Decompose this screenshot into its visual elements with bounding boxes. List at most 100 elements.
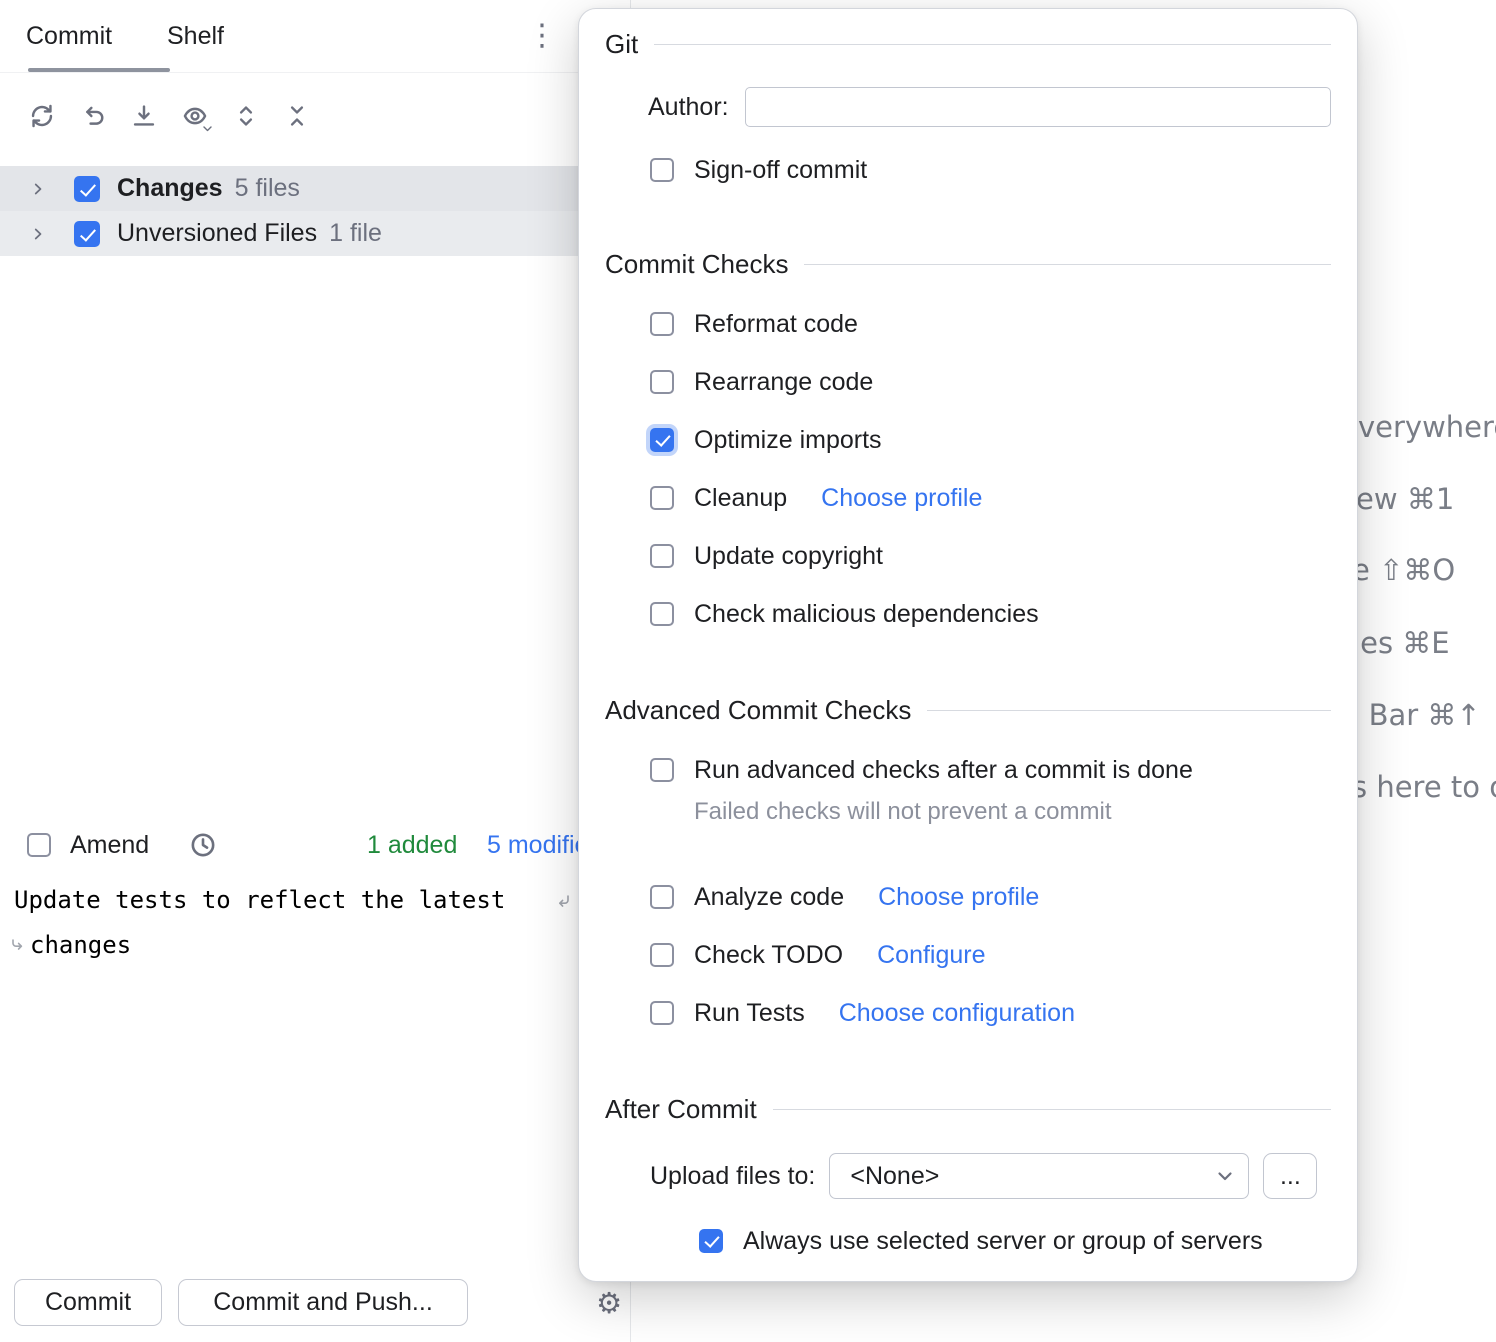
after-commit-title: After Commit: [605, 1092, 757, 1126]
hint-project-view: iew ⌘1: [1348, 482, 1454, 516]
rearrange-code-checkbox[interactable]: [650, 370, 674, 394]
run-advanced-checkbox[interactable]: [650, 758, 674, 782]
author-input[interactable]: [745, 87, 1331, 127]
analyze-code-label[interactable]: Analyze code: [694, 883, 844, 912]
run-tests-checkbox[interactable]: [650, 1001, 674, 1025]
hint-go-to-file: e ⇧⌘O: [1352, 553, 1455, 587]
tree-row-unversioned[interactable]: Unversioned Files 1 file: [0, 211, 630, 256]
section-divider: [773, 1109, 1331, 1110]
commit-checks-section-header: Commit Checks: [605, 247, 1331, 281]
cleanup-row: Cleanup Choose profile: [650, 483, 1331, 513]
update-copyright-row: Update copyright: [650, 541, 1331, 571]
kebab-menu-icon[interactable]: ⋮: [522, 8, 562, 64]
rearrange-code-row: Rearrange code: [650, 367, 1331, 397]
hint-search-everywhere: verywhere: [1358, 410, 1496, 444]
author-label: Author:: [648, 93, 729, 122]
section-divider: [654, 44, 1331, 45]
chevron-right-icon[interactable]: [28, 224, 48, 244]
amend-checkbox[interactable]: [27, 833, 51, 857]
amend-label[interactable]: Amend: [70, 822, 149, 868]
analyze-choose-profile-link[interactable]: Choose profile: [878, 883, 1039, 912]
hint-drop-files: s here to o: [1352, 770, 1496, 804]
section-divider: [804, 264, 1331, 265]
preview-diff-eye-icon[interactable]: [177, 98, 213, 134]
analyze-code-row: Analyze code Choose profile: [650, 882, 1331, 912]
analyze-code-checkbox[interactable]: [650, 885, 674, 909]
check-todo-label[interactable]: Check TODO: [694, 941, 843, 970]
changes-checkbox[interactable]: [74, 176, 100, 202]
run-advanced-hint: Failed checks will not prevent a commit: [694, 797, 1331, 827]
always-use-server-row: Always use selected server or group of s…: [699, 1226, 1331, 1256]
advanced-checks-title: Advanced Commit Checks: [605, 693, 911, 727]
refresh-icon[interactable]: [24, 98, 60, 134]
hint-recent-files: iles ⌘E: [1344, 626, 1450, 660]
run-tests-label[interactable]: Run Tests: [694, 999, 805, 1028]
chevron-right-icon[interactable]: [28, 179, 48, 199]
commit-and-push-button[interactable]: Commit and Push...: [178, 1279, 468, 1326]
cleanup-checkbox[interactable]: [650, 486, 674, 510]
commit-checks-title: Commit Checks: [605, 247, 788, 281]
changes-file-count: 5 files: [235, 174, 300, 203]
git-section-header: Git: [605, 27, 1331, 61]
check-todo-row: Check TODO Configure: [650, 940, 1331, 970]
check-malicious-row: Check malicious dependencies: [650, 599, 1331, 629]
todo-configure-link[interactable]: Configure: [877, 941, 985, 970]
rearrange-code-label[interactable]: Rearrange code: [694, 368, 873, 397]
changes-tree: Changes 5 files Unversioned Files 1 file: [0, 166, 630, 256]
signoff-checkbox[interactable]: [650, 158, 674, 182]
optimize-imports-checkbox[interactable]: [650, 428, 674, 452]
commit-message-line2: changes: [30, 931, 131, 959]
check-todo-checkbox[interactable]: [650, 943, 674, 967]
upload-server-select[interactable]: <None>: [829, 1153, 1249, 1199]
cleanup-label[interactable]: Cleanup: [694, 484, 787, 513]
commit-options-gear-icon[interactable]: ⚙: [592, 1286, 626, 1320]
unversioned-checkbox[interactable]: [74, 221, 100, 247]
upload-files-label: Upload files to:: [650, 1162, 815, 1191]
active-tab-underline: [28, 68, 170, 72]
after-commit-section-header: After Commit: [605, 1092, 1331, 1126]
commit-message-editor[interactable]: Update tests to reflect the latest chang…: [0, 878, 630, 1058]
commit-history-clock-icon[interactable]: [189, 831, 217, 859]
rollback-icon[interactable]: [75, 98, 111, 134]
git-section-title: Git: [605, 27, 638, 61]
optimize-imports-label[interactable]: Optimize imports: [694, 426, 882, 455]
upload-server-value: <None>: [850, 1162, 939, 1191]
always-use-server-checkbox[interactable]: [699, 1229, 723, 1253]
tab-commit[interactable]: Commit: [26, 0, 112, 72]
reformat-code-checkbox[interactable]: [650, 312, 674, 336]
advanced-checks-section-header: Advanced Commit Checks: [605, 693, 1331, 727]
optimize-imports-row: Optimize imports: [650, 425, 1331, 455]
signoff-row: Sign-off commit: [650, 155, 1331, 185]
update-copyright-label[interactable]: Update copyright: [694, 542, 883, 571]
unversioned-file-count: 1 file: [329, 219, 382, 248]
check-malicious-label[interactable]: Check malicious dependencies: [694, 600, 1039, 629]
amend-row: Amend 1 added 5 modified: [0, 822, 630, 868]
expand-all-icon[interactable]: [228, 98, 264, 134]
commit-tool-window: Commit Shelf ⋮: [0, 0, 631, 1342]
always-use-server-label[interactable]: Always use selected server or group of s…: [743, 1227, 1263, 1256]
tab-shelf[interactable]: Shelf: [167, 0, 224, 72]
soft-wrap-icon: [556, 894, 571, 914]
hint-navigation-bar: n Bar ⌘↑: [1341, 698, 1481, 732]
tree-row-changes[interactable]: Changes 5 files: [0, 166, 630, 211]
soft-wrap-icon: [10, 938, 25, 958]
shelve-icon[interactable]: [126, 98, 162, 134]
tab-shelf-label: Shelf: [167, 22, 224, 50]
unversioned-label[interactable]: Unversioned Files: [117, 219, 317, 248]
author-row: Author:: [648, 85, 1331, 129]
run-advanced-label[interactable]: Run advanced checks after a commit is do…: [694, 756, 1193, 785]
commit-message-line1: Update tests to reflect the latest: [14, 886, 505, 914]
update-copyright-checkbox[interactable]: [650, 544, 674, 568]
tests-choose-configuration-link[interactable]: Choose configuration: [839, 999, 1075, 1028]
section-divider: [927, 710, 1331, 711]
commit-button[interactable]: Commit: [14, 1279, 162, 1326]
reformat-code-label[interactable]: Reformat code: [694, 310, 858, 339]
upload-files-row: Upload files to: <None> ...: [650, 1152, 1331, 1200]
browse-servers-button[interactable]: ...: [1263, 1153, 1317, 1199]
commit-options-popup: Git Author: Sign-off commit Commit Check…: [578, 8, 1358, 1282]
cleanup-choose-profile-link[interactable]: Choose profile: [821, 484, 982, 513]
collapse-all-icon[interactable]: [279, 98, 315, 134]
check-malicious-checkbox[interactable]: [650, 602, 674, 626]
changes-label[interactable]: Changes: [117, 174, 223, 203]
signoff-label[interactable]: Sign-off commit: [694, 156, 867, 185]
